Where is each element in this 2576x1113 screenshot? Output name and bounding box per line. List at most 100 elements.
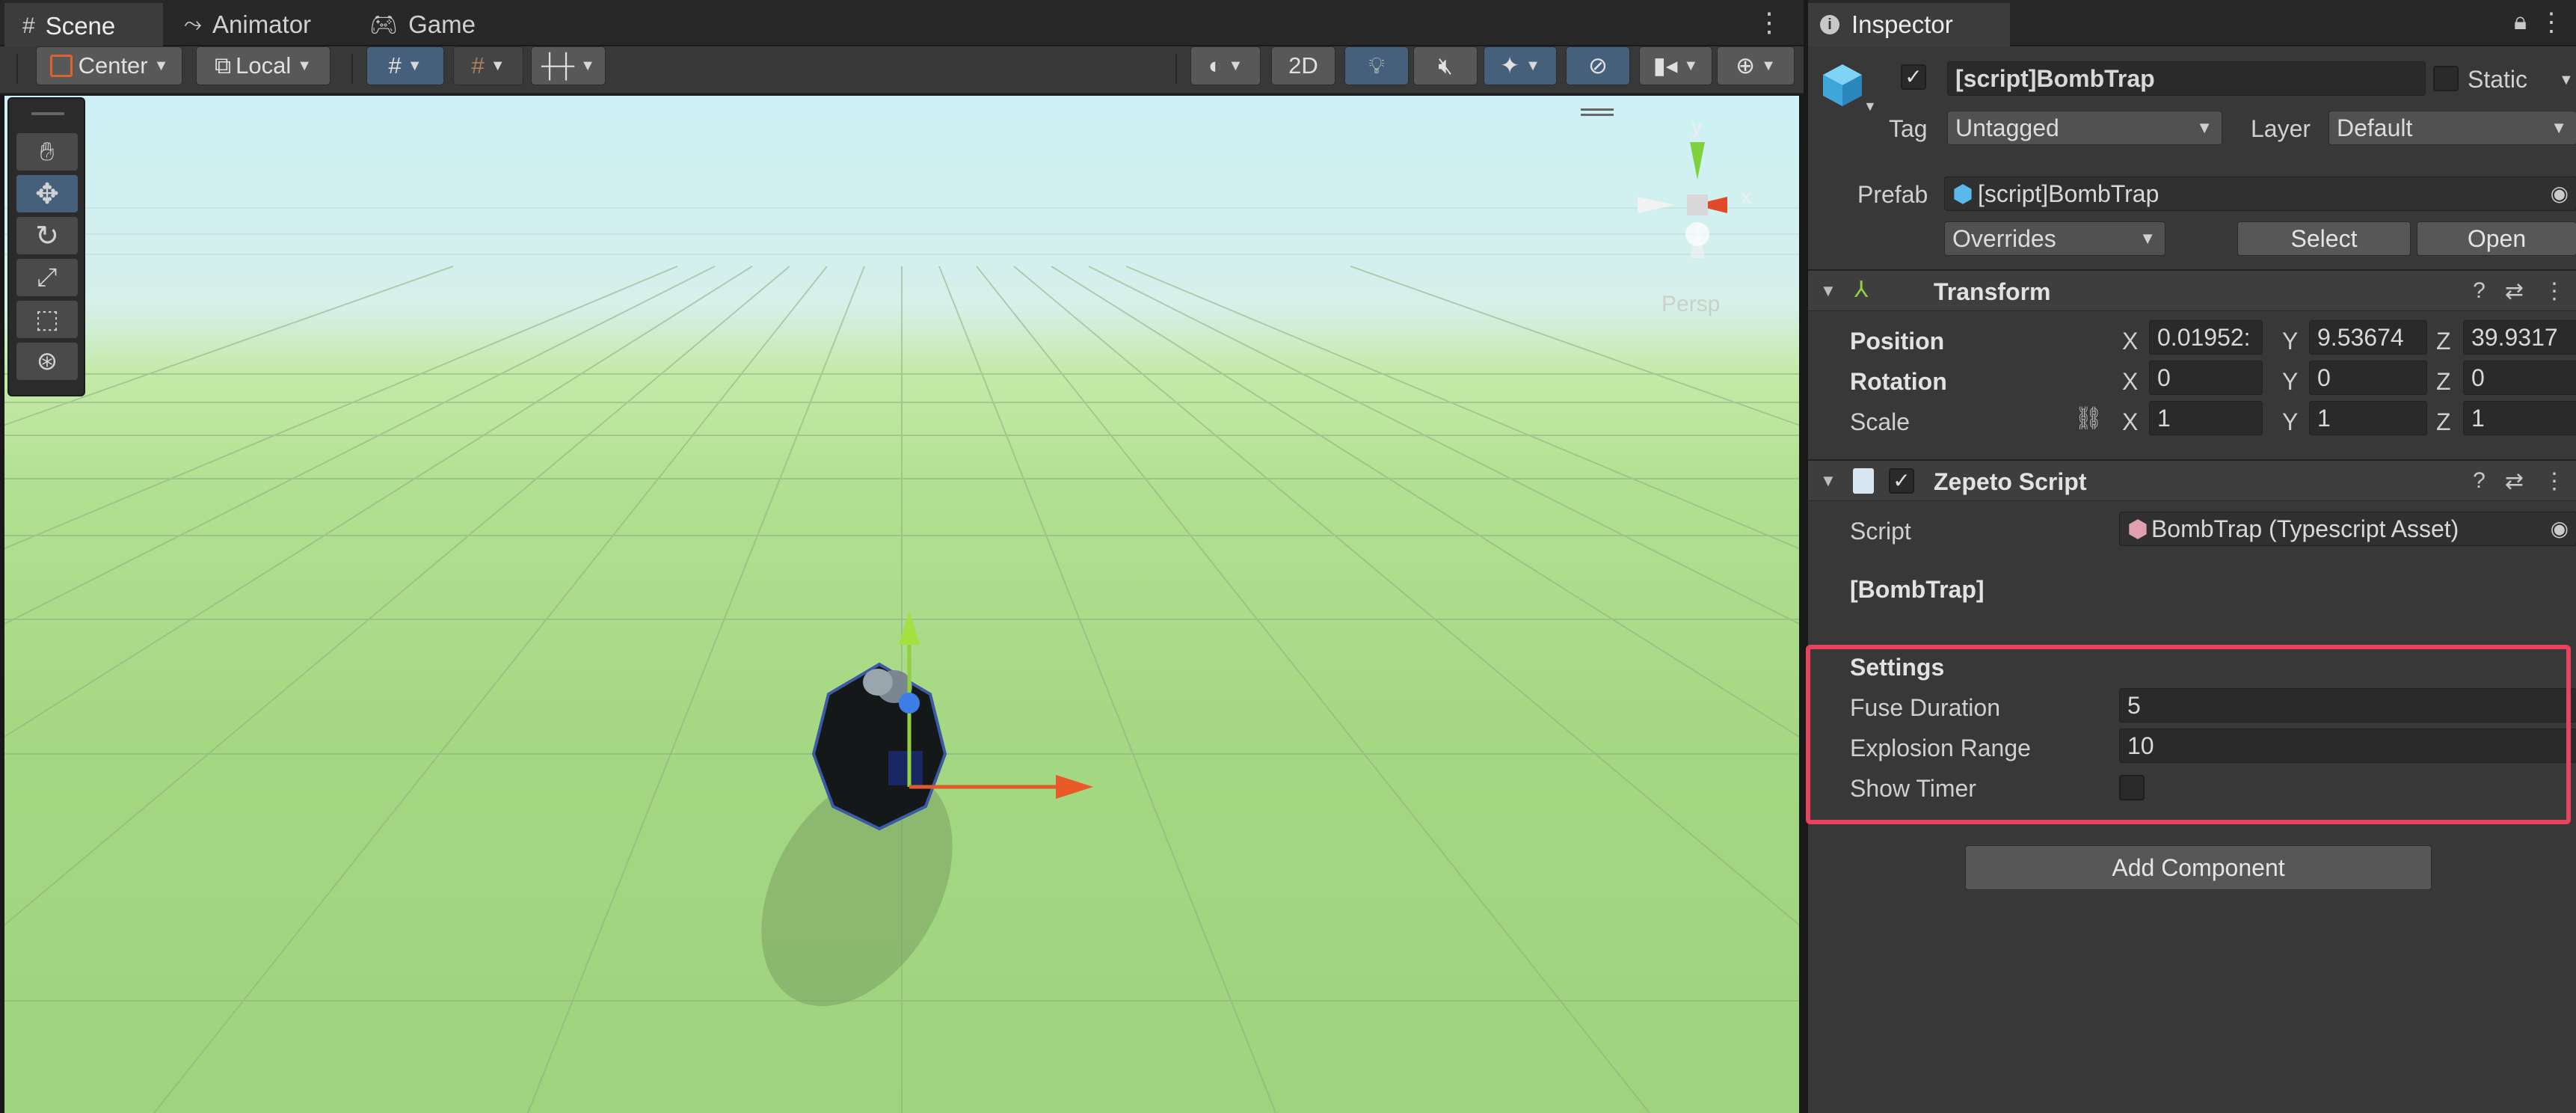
draw-mode-button[interactable]: ◐ ▼ (1190, 46, 1261, 85)
scale-z-field[interactable]: 1 (2463, 401, 2576, 435)
prefab-target-icon[interactable]: ◉ (2551, 177, 2569, 210)
inspector-more-icon[interactable]: ⋮ (2539, 7, 2564, 37)
2d-toggle[interactable]: 2D (1271, 46, 1335, 85)
script-label: Script (1850, 518, 1911, 545)
grid-snap-button[interactable]: # ▼ (366, 46, 444, 85)
lighting-toggle[interactable]: 💡︎ (1344, 46, 1409, 85)
static-checkbox[interactable] (2433, 66, 2459, 91)
visibility-toggle[interactable]: ⊘ (1566, 46, 1630, 85)
preset-icon[interactable]: ⇄ (2505, 278, 2524, 304)
script-class-name: [BombTrap] (1850, 576, 1985, 603)
tag-label: Tag (1889, 115, 1928, 142)
camera-dropdown[interactable]: ▮◂ ▼ (1639, 46, 1712, 85)
icon-dropdown-caret[interactable]: ▼ (1863, 99, 1877, 114)
tab-game[interactable]: 🎮︎ Game (351, 3, 494, 46)
transform-icon: ⊛ (36, 347, 58, 375)
info-icon: i (1820, 15, 1839, 34)
snap-settings-button[interactable]: ┼┼ ▼ (531, 46, 606, 85)
rect-tool[interactable]: ⬚ (16, 301, 78, 338)
link-scale-icon[interactable]: ⛓︎ (2074, 405, 2103, 432)
tab-scene[interactable]: # Scene (4, 3, 163, 46)
static-dropdown-caret[interactable]: ▼ (2559, 72, 2574, 89)
tool-palette: ✋︎ ✥ ↻ ⤢ ⬚ ⊛ (7, 97, 85, 396)
overrides-dropdown[interactable]: Overrides ▼ (1944, 221, 2165, 256)
rotation-y-field[interactable]: 0 (2309, 361, 2427, 395)
component-header-icons: ? ⇄ ⋮ (2473, 468, 2566, 494)
settings-highlight-box (1806, 645, 2571, 824)
hand-tool[interactable]: ✋︎ (16, 133, 78, 171)
gizmos-dropdown[interactable]: ⊕ ▼ (1717, 46, 1795, 85)
camera-icon: ▮◂ (1653, 52, 1678, 79)
foldout-arrow-icon[interactable]: ▼ (1820, 281, 1836, 301)
script-enabled-checkbox[interactable]: ✓ (1889, 468, 1914, 494)
increment-snap-button[interactable]: # ▼ (453, 46, 523, 85)
scene-more-icon[interactable]: ⋮ (1756, 9, 1783, 36)
transform-tool[interactable]: ⊛ (16, 343, 78, 380)
effects-dropdown[interactable]: ✦ ▼ (1484, 46, 1557, 85)
tab-inspector[interactable]: i Inspector (1808, 3, 2010, 46)
pivot-dropdown[interactable]: Center ▼ (36, 46, 182, 85)
component-more-icon[interactable]: ⋮ (2543, 468, 2566, 494)
position-z-field[interactable]: 39.9317 (2463, 320, 2576, 355)
script-field[interactable]: ⬢ BombTrap (Typescript Asset) ◉ (2119, 512, 2576, 546)
tab-animator[interactable]: ⤳ Animator (166, 3, 329, 46)
help-icon[interactable]: ? (2473, 278, 2486, 304)
inspector-panel: i Inspector 🔒︎ ⋮ ▼ ✓ [script]BombTrap St… (1804, 0, 2576, 1113)
zepeto-script-title: Zepeto Script (1934, 468, 2087, 495)
component-more-icon[interactable]: ⋮ (2543, 278, 2566, 304)
preset-icon[interactable]: ⇄ (2505, 468, 2524, 494)
scene-viewport[interactable] (4, 96, 1799, 1113)
rotation-z-axis: Z (2436, 368, 2451, 395)
overrides-label: Overrides (1952, 225, 2056, 252)
tag-dropdown[interactable]: Untagged ▼ (1947, 111, 2222, 145)
help-icon[interactable]: ? (2473, 468, 2486, 494)
transform-header[interactable]: ▼ ⅄ Transform ? ⇄ ⋮ (1808, 269, 2576, 311)
script-value: BombTrap (Typescript Asset) (2151, 515, 2459, 542)
zepeto-script-header[interactable]: ▼ ✓ Zepeto Script ? ⇄ ⋮ (1808, 459, 2576, 501)
space-label: Local (236, 52, 292, 79)
lock-icon[interactable]: 🔒︎ (2514, 7, 2527, 36)
scale-icon: ⤢ (37, 263, 58, 292)
prefab-field[interactable]: ⬢ [script]BombTrap ◉ (1944, 177, 2576, 211)
position-y-field[interactable]: 9.53674 (2309, 320, 2427, 355)
move-tool[interactable]: ✥ (16, 175, 78, 212)
position-y-axis: Y (2282, 328, 2299, 355)
select-button[interactable]: Select (2237, 221, 2411, 256)
add-component-button[interactable]: Add Component (1965, 845, 2432, 890)
transform-title: Transform (1934, 278, 2051, 305)
open-button[interactable]: Open (2417, 221, 2576, 256)
pivot-icon (49, 55, 73, 77)
pivot-label: Center (78, 52, 148, 79)
scale-x-field[interactable]: 1 (2149, 401, 2263, 435)
layer-dropdown[interactable]: Default ▼ (2328, 111, 2576, 145)
gizmo-x-label: x (1741, 185, 1751, 208)
shading-sphere-icon: ◐ (1208, 52, 1223, 79)
toolbar-separator (351, 54, 353, 84)
position-label: Position (1850, 328, 1945, 355)
script-target-icon[interactable]: ◉ (2551, 512, 2569, 545)
scale-y-field[interactable]: 1 (2309, 401, 2427, 435)
rotation-z-field[interactable]: 0 (2463, 361, 2576, 395)
foldout-arrow-icon[interactable]: ▼ (1820, 471, 1836, 491)
scale-tool[interactable]: ⤢ (16, 259, 78, 296)
inspector-tabbar: i Inspector 🔒︎ ⋮ (1808, 0, 2576, 46)
rotate-tool[interactable]: ↻ (16, 217, 78, 254)
space-dropdown[interactable]: ⧉ Local ▼ (196, 46, 331, 85)
object-name-input[interactable]: [script]BombTrap (1947, 61, 2426, 96)
prefab-label: Prefab (1857, 181, 1928, 208)
toolbar-separator-right (1175, 54, 1177, 84)
rotation-x-field[interactable]: 0 (2149, 361, 2263, 395)
active-checkbox[interactable]: ✓ (1901, 64, 1926, 90)
speaker-mute-icon: 🔇︎ (1438, 52, 1453, 79)
scene-orientation-gizmo[interactable]: y x (1581, 108, 1772, 280)
globe-icon: ⊕ (1736, 52, 1756, 79)
gamepad-icon: 🎮︎ (369, 12, 399, 37)
tag-value: Untagged (1955, 114, 2059, 141)
position-x-field[interactable]: 0.01952: (2149, 320, 2263, 355)
audio-toggle[interactable]: 🔇︎ (1413, 46, 1478, 85)
prefab-value: [script]BombTrap (1977, 180, 2160, 207)
camera-mode-label[interactable]: Persp (1662, 292, 1720, 317)
layer-value: Default (2337, 114, 2413, 141)
layer-label: Layer (2251, 115, 2311, 142)
typescript-asset-icon: ⬢ (2127, 515, 2148, 542)
